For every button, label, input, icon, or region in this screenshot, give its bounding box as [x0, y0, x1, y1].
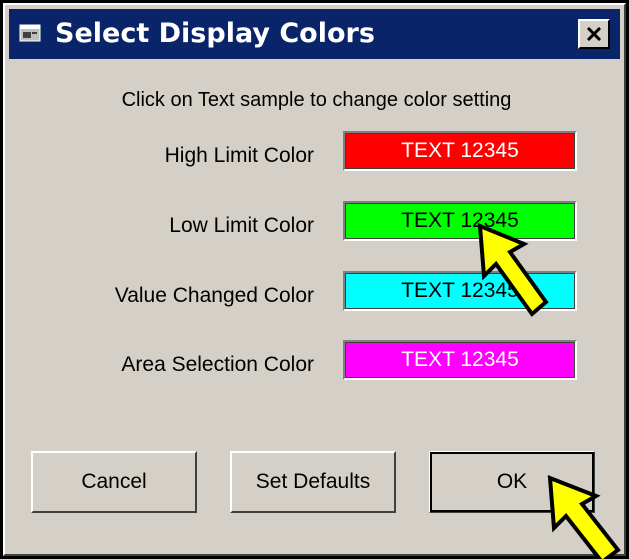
sample-text: TEXT 12345 [401, 139, 519, 162]
set-defaults-button[interactable]: Set Defaults [230, 451, 396, 513]
dialog-window: Select Display Colors Click on Text samp… [3, 3, 626, 556]
sample-text: TEXT 12345 [401, 348, 519, 371]
low-limit-color-sample[interactable]: TEXT 12345 [343, 201, 577, 241]
instruction-text: Click on Text sample to change color set… [121, 89, 512, 111]
window-title: Select Display Colors [55, 18, 375, 49]
application-icon [19, 24, 41, 42]
area-selection-color-label: Area Selection Color [121, 353, 314, 376]
value-changed-color-label: Value Changed Color [114, 284, 314, 307]
cancel-button[interactable]: Cancel [31, 451, 197, 513]
close-icon [586, 27, 602, 41]
high-limit-color-sample[interactable]: TEXT 12345 [343, 131, 577, 171]
sample-text: TEXT 12345 [401, 279, 519, 302]
title-bar[interactable]: Select Display Colors [9, 9, 620, 59]
area-selection-color-sample[interactable]: TEXT 12345 [343, 340, 577, 380]
close-button[interactable] [578, 19, 610, 49]
value-changed-color-sample[interactable]: TEXT 12345 [343, 271, 577, 311]
high-limit-color-label: High Limit Color [164, 144, 314, 167]
low-limit-color-label: Low Limit Color [169, 214, 314, 237]
sample-text: TEXT 12345 [401, 209, 519, 232]
ok-button[interactable]: OK [429, 451, 595, 513]
